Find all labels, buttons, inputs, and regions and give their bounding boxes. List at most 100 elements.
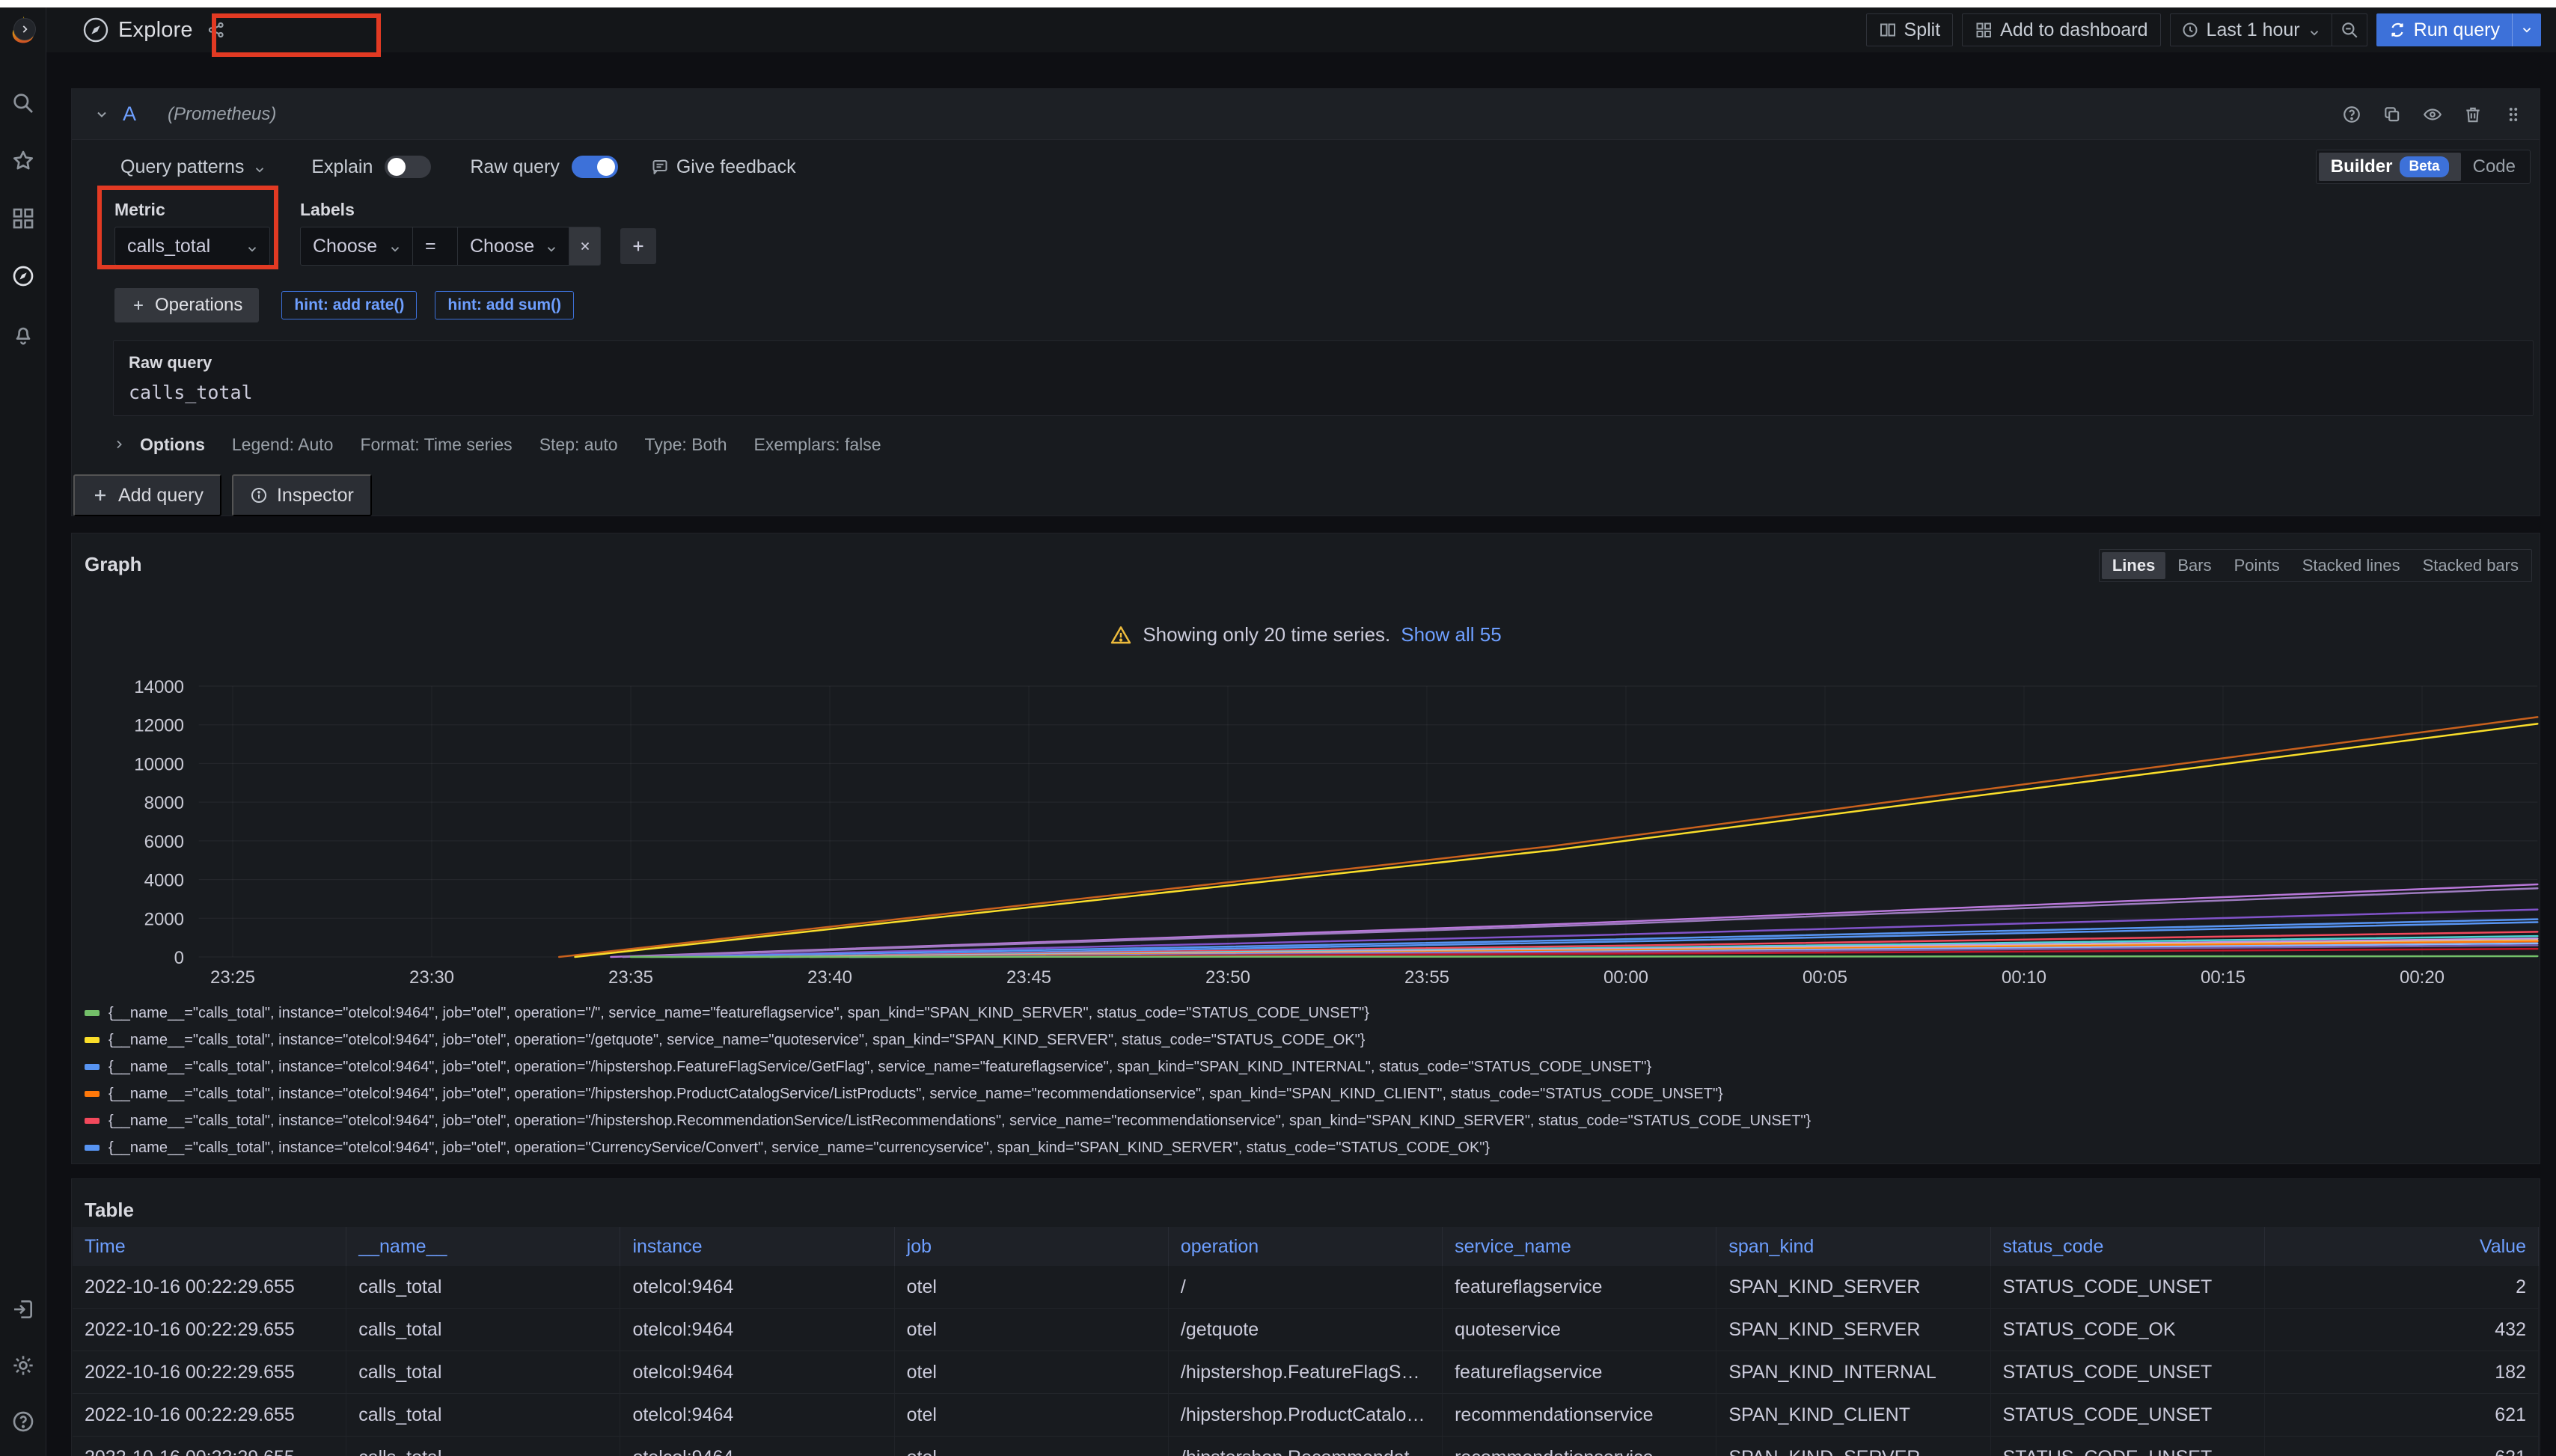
add-to-dashboard-button[interactable]: Add to dashboard (1962, 13, 2160, 46)
label-value-select[interactable]: Choose (457, 227, 569, 266)
table-cell: /hipstershop.FeatureFlagServi… (1169, 1351, 1443, 1393)
column-header[interactable]: span_kind (1716, 1227, 1990, 1266)
svg-text:23:45: 23:45 (1006, 967, 1051, 988)
graph-mode-stacked-bars[interactable]: Stacked bars (2412, 552, 2529, 579)
collapse-chevron-icon[interactable] (94, 107, 109, 122)
graph-mode-bars[interactable]: Bars (2167, 552, 2222, 579)
column-header[interactable]: instance (620, 1227, 894, 1266)
query-option-summary: Legend: Auto (232, 435, 334, 455)
column-header[interactable]: operation (1169, 1227, 1443, 1266)
raw-query-toggle[interactable] (572, 156, 618, 178)
raw-query-label: Raw query (470, 156, 560, 178)
options-title[interactable]: Options (140, 435, 205, 455)
table-header: Time__name__instancejoboperationservice_… (73, 1227, 2539, 1266)
query-patterns-dropdown[interactable]: Query patterns (120, 156, 266, 178)
graph-mode-stacked-lines[interactable]: Stacked lines (2292, 552, 2411, 579)
table-panel-title: Table (85, 1199, 134, 1222)
chevron-down-icon (253, 160, 266, 174)
run-query-caret[interactable] (2512, 13, 2541, 46)
table-cell: otelcol:9464 (620, 1266, 894, 1308)
legend-item[interactable]: {__name__="calls_total", instance="otelc… (85, 1027, 2527, 1053)
time-series-chart[interactable]: 0200040006000800010000120001400023:2523:… (72, 678, 2541, 1000)
table-cell: 621 (2265, 1394, 2539, 1436)
legend-series-swatch (85, 1010, 100, 1016)
table-body: 2022-10-16 00:22:29.655calls_totalotelco… (73, 1266, 2539, 1456)
table-cell: SPAN_KIND_SERVER (1716, 1437, 1990, 1456)
query-row-header[interactable]: A (Prometheus) (72, 89, 2540, 140)
table-cell: otelcol:9464 (620, 1437, 894, 1456)
table-cell: 2022-10-16 00:22:29.655 (73, 1309, 346, 1351)
legend-item[interactable]: {__name__="calls_total", instance="otelc… (85, 1080, 2527, 1107)
query-help-icon[interactable] (2342, 105, 2361, 124)
code-tab[interactable]: Code (2461, 153, 2528, 181)
graph-legend: {__name__="calls_total", instance="otelc… (85, 1000, 2527, 1163)
split-button[interactable]: Split (1866, 13, 1954, 46)
warning-triangle-icon (1110, 624, 1132, 646)
table-cell: SPAN_KIND_CLIENT (1716, 1394, 1990, 1436)
svg-text:12000: 12000 (134, 716, 184, 736)
alerting-bell-icon[interactable] (11, 322, 35, 346)
legend-item[interactable]: {__name__="calls_total", instance="otelc… (85, 1107, 2527, 1134)
starred-icon[interactable] (11, 149, 35, 173)
column-header[interactable]: status_code (1991, 1227, 2265, 1266)
svg-text:23:50: 23:50 (1205, 967, 1250, 988)
drag-handle-icon[interactable] (2504, 105, 2523, 124)
graph-mode-lines[interactable]: Lines (2102, 552, 2165, 579)
legend-series-label: {__name__="calls_total", instance="otelc… (108, 1059, 1651, 1076)
table-cell: /hipstershop.Recommendation… (1169, 1437, 1443, 1456)
legend-item[interactable]: {__name__="calls_total", instance="otelc… (85, 1000, 2527, 1027)
table-cell: 2 (2265, 1266, 2539, 1308)
table-cell: calls_total (346, 1437, 620, 1456)
svg-text:00:20: 00:20 (2400, 967, 2445, 988)
dashboards-icon[interactable] (11, 207, 35, 230)
table-panel: Table Time__name__instancejoboperationse… (71, 1178, 2540, 1456)
run-query-button[interactable]: Run query (2376, 13, 2512, 46)
query-editor-panel: A (Prometheus) Query patterns (71, 88, 2540, 516)
column-header[interactable]: Value (2265, 1227, 2539, 1266)
operations-button[interactable]: Operations (114, 288, 259, 322)
help-icon[interactable] (11, 1410, 35, 1434)
query-hint-button[interactable]: hint: add sum() (435, 291, 574, 319)
zoom-out-time-icon[interactable] (2332, 14, 2367, 46)
time-range-button[interactable]: Last 1 hour (2171, 14, 2332, 46)
chevron-right-icon[interactable] (113, 438, 125, 450)
sign-in-icon[interactable] (11, 1297, 35, 1321)
duplicate-query-icon[interactable] (2382, 105, 2402, 124)
table-cell: calls_total (346, 1394, 620, 1436)
remove-label-filter-button[interactable] (569, 227, 601, 266)
chevron-down-icon (2308, 23, 2321, 37)
label-key-select[interactable]: Choose (300, 227, 412, 266)
query-ref-id[interactable]: A (123, 103, 136, 126)
query-toolbar: Query patterns Explain Raw query Give fe… (72, 146, 2540, 188)
clock-icon (2181, 21, 2199, 39)
graph-mode-points[interactable]: Points (2224, 552, 2290, 579)
add-label-filter-button[interactable] (620, 228, 656, 264)
label-operator-select[interactable]: = (412, 227, 457, 266)
settings-gear-icon[interactable] (11, 1353, 35, 1377)
show-all-series-link[interactable]: Show all 55 (1401, 623, 1501, 646)
column-header[interactable]: service_name (1443, 1227, 1716, 1266)
metric-select[interactable]: calls_total (114, 227, 270, 266)
builder-code-switch: Builder Beta Code (2316, 150, 2531, 184)
share-link-icon[interactable] (207, 20, 226, 40)
builder-tab[interactable]: Builder Beta (2319, 153, 2461, 181)
explore-compass-icon[interactable] (11, 264, 35, 288)
search-icon[interactable] (11, 91, 35, 115)
table-row: 2022-10-16 00:22:29.655calls_totalotelco… (73, 1266, 2539, 1309)
sidebar-expand-button[interactable] (13, 18, 36, 40)
legend-item[interactable]: {__name__="calls_total", instance="otelc… (85, 1053, 2527, 1080)
query-hint-button[interactable]: hint: add rate() (281, 291, 417, 319)
explain-toggle[interactable] (385, 156, 431, 178)
add-query-button[interactable]: Add query (73, 474, 221, 516)
give-feedback-button[interactable]: Give feedback (651, 156, 796, 178)
legend-item[interactable]: {__name__="calls_total", instance="otelc… (85, 1134, 2527, 1161)
column-header[interactable]: job (895, 1227, 1169, 1266)
remove-query-trash-icon[interactable] (2463, 105, 2483, 124)
column-header[interactable]: Time (73, 1227, 346, 1266)
hide-query-eye-icon[interactable] (2423, 105, 2442, 124)
svg-text:23:40: 23:40 (807, 967, 852, 988)
column-header[interactable]: __name__ (346, 1227, 620, 1266)
query-option-summary: Type: Both (645, 435, 727, 455)
series-limit-warning: Showing only 20 time series. Show all 55 (72, 623, 2540, 646)
inspector-button[interactable]: Inspector (232, 474, 372, 516)
